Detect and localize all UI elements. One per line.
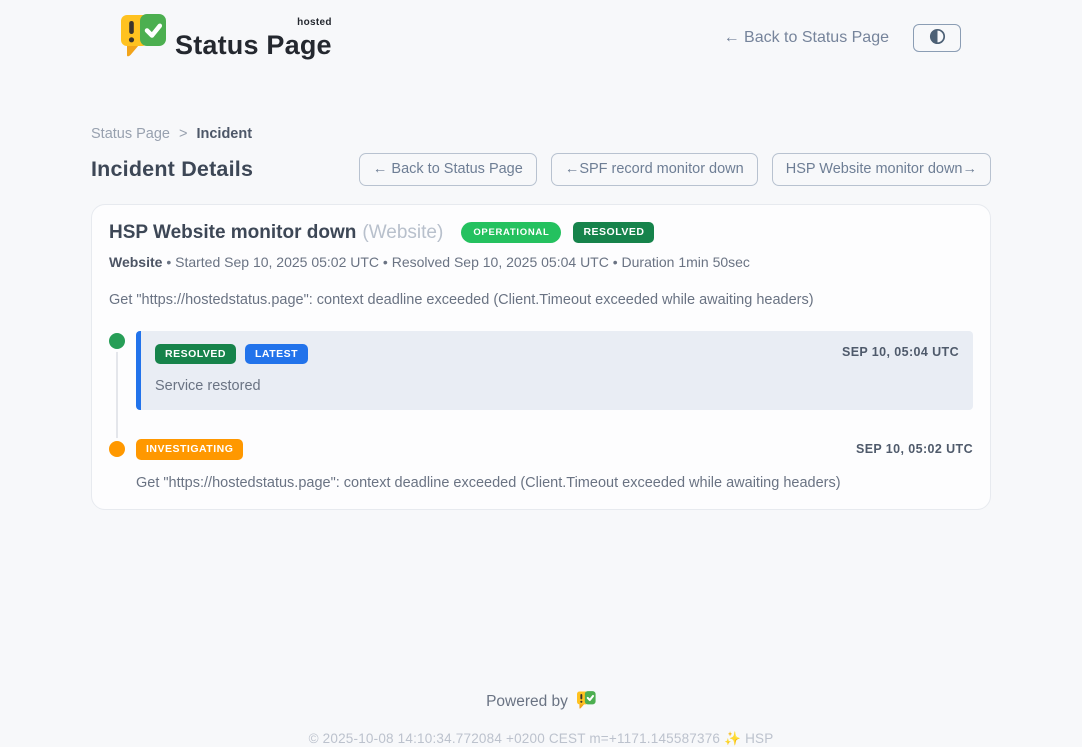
page-footer: Powered by © 2025-10-08 14:10:34.772084 … [91, 691, 991, 747]
timeline-entry-timestamp: SEP 10, 05:02 UTC [856, 442, 973, 456]
incident-meta-details: • Started Sep 10, 2025 05:02 UTC • Resol… [162, 254, 750, 270]
status-page-logo-icon [121, 14, 167, 62]
copyright-suffix: HSP [745, 731, 773, 746]
brand-name: hosted Status Page [175, 18, 332, 59]
timeline-entry-investigating-content: INVESTIGATING SEP 10, 05:02 UTC Get "htt… [136, 439, 973, 491]
breadcrumb-incident: Incident [196, 126, 252, 142]
breadcrumb-separator: > [179, 126, 187, 142]
timeline-entry-badges: INVESTIGATING [136, 439, 973, 460]
sparkles-icon: ✨ [724, 731, 741, 746]
incident-title: HSP Website monitor down [109, 222, 356, 244]
page-title: Incident Details [91, 157, 253, 182]
top-header: hosted Status Page ← Back to Status Page [91, 0, 991, 62]
brand-superscript: hosted [297, 18, 332, 28]
latest-badge: LATEST [245, 344, 308, 365]
incident-description: Get "https://hostedstatus.page": context… [109, 292, 973, 308]
header-right: ← Back to Status Page [724, 24, 961, 52]
timeline-entry-resolved: RESOLVED LATEST SEP 10, 05:04 UTC Servic… [109, 331, 973, 411]
powered-by-label: Powered by [486, 693, 568, 711]
timeline-entry-resolved-content: RESOLVED LATEST SEP 10, 05:04 UTC Servic… [136, 331, 973, 411]
back-to-status-page-button[interactable]: ← Back to Status Page [359, 153, 537, 186]
header-back-link[interactable]: ← Back to Status Page [724, 29, 889, 47]
copyright-main: © 2025-10-08 14:10:34.772084 +0200 CEST … [309, 731, 721, 746]
resolved-state-badge: RESOLVED [573, 222, 654, 243]
incident-timeline: RESOLVED LATEST SEP 10, 05:04 UTC Servic… [109, 331, 973, 491]
resolved-badge: RESOLVED [155, 344, 236, 365]
status-page-mini-logo-icon [577, 691, 596, 714]
timeline-dot-investigating [109, 441, 125, 457]
incident-nav-buttons: ← Back to Status Page ←SPF record monito… [359, 153, 991, 186]
timeline-entry-message: Service restored [155, 378, 959, 394]
incident-meta: Website • Started Sep 10, 2025 05:02 UTC… [109, 254, 973, 270]
powered-by-link[interactable]: Powered by [486, 691, 596, 714]
timeline-entry-message: Get "https://hostedstatus.page": context… [136, 475, 973, 491]
timeline-entry-timestamp: SEP 10, 05:04 UTC [842, 345, 959, 359]
breadcrumb: Status Page > Incident [91, 126, 991, 142]
incident-service-subtitle: (Website) [362, 222, 443, 244]
incident-meta-service: Website [109, 254, 162, 270]
copyright-text: © 2025-10-08 14:10:34.772084 +0200 CEST … [91, 731, 991, 747]
prev-incident-button[interactable]: ←SPF record monitor down [551, 153, 758, 186]
breadcrumb-status-page[interactable]: Status Page [91, 126, 170, 142]
theme-toggle-button[interactable] [913, 24, 961, 52]
timeline-dot-resolved [109, 333, 125, 349]
brand-logo[interactable]: hosted Status Page [121, 14, 332, 62]
timeline-entry-investigating: INVESTIGATING SEP 10, 05:02 UTC Get "htt… [109, 439, 973, 491]
title-row: Incident Details ← Back to Status Page ←… [91, 153, 991, 186]
contrast-half-circle-icon [929, 28, 946, 48]
incident-card-header: HSP Website monitor down (Website) OPERA… [109, 222, 973, 244]
next-incident-button[interactable]: HSP Website monitor down→ [772, 153, 991, 186]
investigating-badge: INVESTIGATING [136, 439, 243, 460]
operational-status-badge: OPERATIONAL [461, 222, 561, 243]
incident-card: HSP Website monitor down (Website) OPERA… [91, 204, 991, 510]
timeline-entry-badges: RESOLVED LATEST [155, 344, 959, 365]
